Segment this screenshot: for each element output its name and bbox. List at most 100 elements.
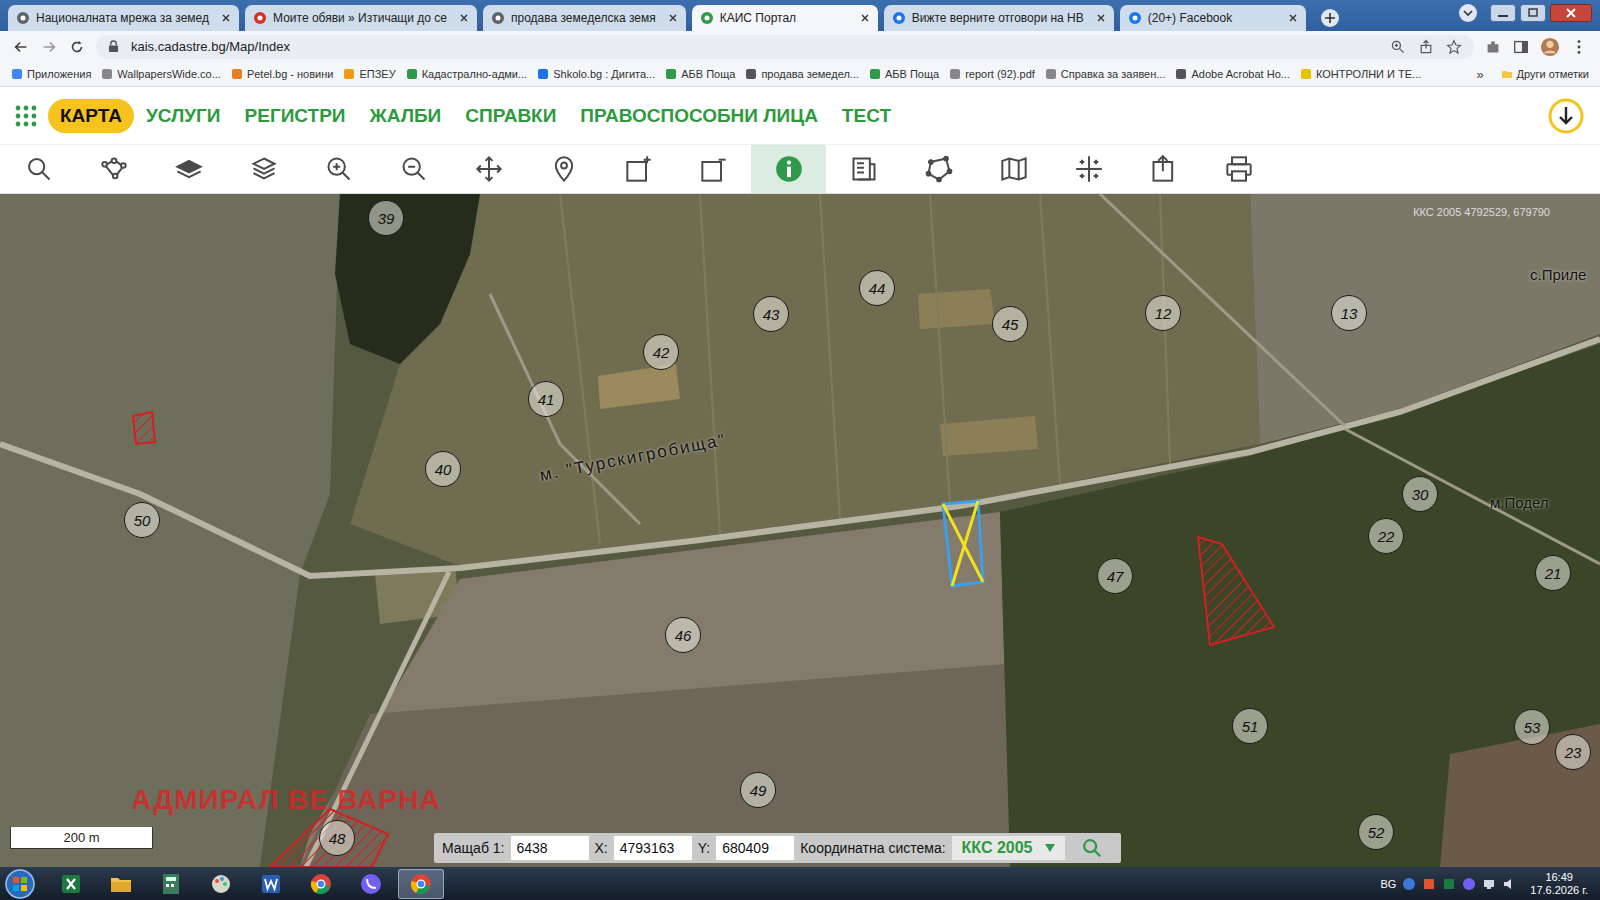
parcel-label[interactable]: 47	[1097, 558, 1133, 594]
parcel-label[interactable]: 49	[740, 772, 776, 808]
browser-tab[interactable]: продава земеделска земя	[483, 5, 686, 31]
taskbar-app[interactable]	[48, 869, 94, 899]
taskbar-app[interactable]	[298, 869, 344, 899]
parcel-label[interactable]: 43	[753, 296, 789, 332]
selected-parcel[interactable]	[943, 501, 983, 586]
close-icon[interactable]	[668, 13, 678, 23]
minimize-icon[interactable]	[1490, 4, 1516, 22]
volume-icon[interactable]	[1502, 877, 1516, 891]
map-canvas[interactable]: 3944434512134241405047223021465153235249…	[0, 194, 1600, 867]
close-icon[interactable]	[221, 13, 231, 23]
tool-button[interactable]	[226, 145, 301, 193]
hatched-parcel[interactable]	[1198, 537, 1274, 645]
tool-button[interactable]	[976, 145, 1051, 193]
parcel-label[interactable]: 12	[1145, 295, 1181, 331]
bookmark[interactable]: АБВ Поща	[660, 68, 740, 80]
parcel-label[interactable]: 23	[1555, 734, 1591, 770]
bookmark[interactable]: report (92).pdf	[944, 68, 1040, 80]
viber-tray-icon[interactable]	[1462, 877, 1476, 891]
close-icon[interactable]	[860, 13, 870, 23]
antivirus-icon[interactable]	[1422, 877, 1436, 891]
bookmark[interactable]: Adobe Acrobat Ho...	[1170, 68, 1294, 80]
tool-button[interactable]	[151, 145, 226, 193]
tool-button[interactable]	[751, 145, 826, 193]
help-icon[interactable]	[1402, 877, 1416, 891]
network-icon[interactable]	[1482, 877, 1496, 891]
share-icon[interactable]	[1418, 39, 1434, 55]
tool-button[interactable]	[676, 145, 751, 193]
sidebar-icon[interactable]	[1512, 38, 1530, 56]
taskbar-app[interactable]	[248, 869, 294, 899]
tool-button[interactable]	[1201, 145, 1276, 193]
star-icon[interactable]	[1446, 39, 1462, 55]
parcel-label[interactable]: 53	[1514, 709, 1550, 745]
close-icon[interactable]	[459, 13, 469, 23]
language-indicator[interactable]: BG	[1380, 878, 1396, 890]
restore-icon[interactable]	[1520, 4, 1546, 22]
tool-button[interactable]	[1, 145, 76, 193]
bookmark[interactable]: ЕПЗЕУ	[338, 68, 400, 80]
hatched-parcel[interactable]	[270, 809, 388, 867]
tool-button[interactable]	[301, 145, 376, 193]
parcel-label[interactable]: 46	[665, 617, 701, 653]
nav-item[interactable]: СПРАВКИ	[453, 99, 568, 133]
tool-button[interactable]	[1126, 145, 1201, 193]
close-icon[interactable]	[1288, 13, 1298, 23]
parcel-label[interactable]: 45	[992, 306, 1028, 342]
start-button-icon[interactable]	[4, 868, 36, 900]
profile-avatar-icon[interactable]	[1540, 37, 1560, 57]
download-icon[interactable]	[1548, 98, 1584, 134]
menu-icon[interactable]	[1570, 38, 1588, 56]
hatched-parcel[interactable]	[133, 412, 155, 444]
parcel-label[interactable]: 39	[368, 200, 404, 236]
tab-search-icon[interactable]	[1458, 3, 1478, 23]
close-window-icon[interactable]	[1550, 4, 1592, 22]
browser-tab[interactable]: Националната мрежа за земед	[8, 5, 239, 31]
clock[interactable]: 16:4917.6.2026 г.	[1522, 871, 1596, 897]
tool-button[interactable]	[1051, 145, 1126, 193]
taskbar-app[interactable]	[98, 869, 144, 899]
parcel-label[interactable]: 22	[1368, 518, 1404, 554]
new-tab-icon[interactable]	[1320, 8, 1340, 28]
parcel-label[interactable]: 48	[319, 820, 355, 856]
nav-item[interactable]: ПРАВОСПОСОБНИ ЛИЦА	[568, 99, 830, 133]
parcel-label[interactable]: 13	[1331, 295, 1367, 331]
url-field[interactable]: kais.cadastre.bg/Map/Index	[96, 35, 1474, 59]
tool-button[interactable]	[451, 145, 526, 193]
other-bookmarks-folder[interactable]: Други отметки	[1496, 68, 1594, 80]
close-icon[interactable]	[1096, 13, 1106, 23]
nav-item[interactable]: УСЛУГИ	[134, 99, 233, 133]
x-input[interactable]: 4793163	[614, 836, 692, 860]
y-input[interactable]: 680409	[716, 836, 794, 860]
back-icon[interactable]	[12, 38, 30, 56]
nav-item[interactable]: РЕГИСТРИ	[233, 99, 358, 133]
bookmark[interactable]: Приложения	[6, 68, 96, 80]
taskbar-app[interactable]	[198, 869, 244, 899]
tool-button[interactable]	[376, 145, 451, 193]
browser-tab[interactable]: Моите обяви » Изтичащи до се	[245, 5, 477, 31]
bookmark[interactable]: Petel.bg - новини	[226, 68, 339, 80]
browser-tab[interactable]: Вижте верните отговори на НВ	[884, 5, 1114, 31]
nav-item[interactable]: ТЕСТ	[830, 99, 903, 133]
bookmark[interactable]: продава земедел...	[740, 68, 864, 80]
parcel-label[interactable]: 50	[124, 502, 160, 538]
parcel-label[interactable]: 30	[1402, 476, 1438, 512]
bookmark[interactable]: Кадастрално-адми...	[401, 68, 533, 80]
parcel-label[interactable]: 52	[1358, 814, 1394, 850]
browser-tab[interactable]: (20+) Facebook	[1120, 5, 1306, 31]
excel-tray-icon[interactable]	[1442, 877, 1456, 891]
search-icon[interactable]	[1081, 837, 1103, 859]
crs-select[interactable]: ККС 2005	[952, 836, 1065, 860]
taskbar-app[interactable]	[398, 869, 444, 899]
taskbar-app[interactable]	[148, 869, 194, 899]
taskbar-app[interactable]	[348, 869, 394, 899]
bookmark[interactable]: АБВ Поща	[864, 68, 944, 80]
extension-icon[interactable]	[1484, 38, 1502, 56]
browser-tab[interactable]: КАИС Портал	[692, 5, 878, 31]
nav-item[interactable]: ЖАЛБИ	[358, 99, 454, 133]
parcel-label[interactable]: 21	[1535, 555, 1571, 591]
parcel-label[interactable]: 40	[425, 451, 461, 487]
parcel-label[interactable]: 41	[528, 381, 564, 417]
parcel-label[interactable]: 51	[1232, 708, 1268, 744]
reload-icon[interactable]	[68, 38, 86, 56]
